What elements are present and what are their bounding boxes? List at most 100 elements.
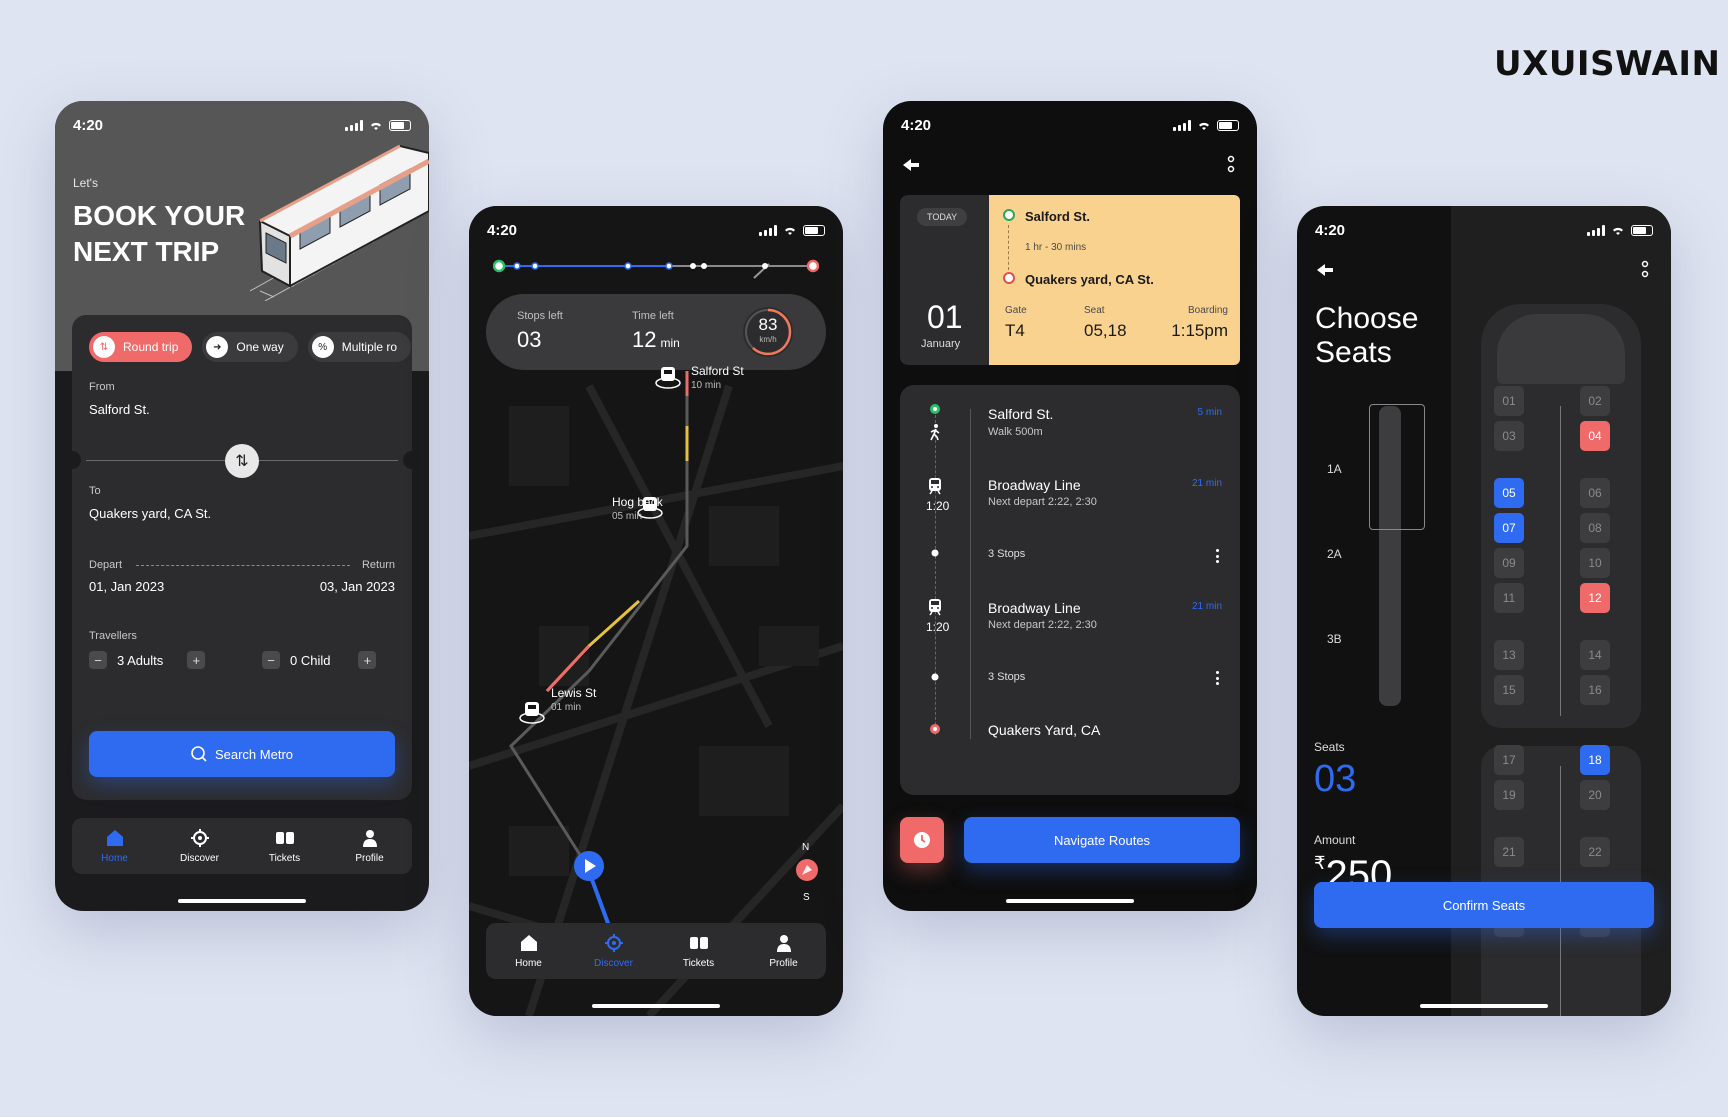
coach-1a[interactable]: 1A [1327,462,1342,476]
nav-home[interactable]: Home [494,933,564,969]
nav-tickets[interactable]: Tickets [250,828,320,864]
seat-20[interactable]: 20 [1580,780,1610,810]
seat-01[interactable]: 01 [1494,386,1524,416]
leg1-time: 21 min [1191,478,1222,489]
seat-07[interactable]: 07 [1494,513,1524,543]
train-icon [929,478,941,495]
minus-adults-button[interactable]: − [89,651,107,669]
wifi-icon [371,122,381,130]
nav-profile[interactable]: Profile [749,933,819,969]
nav-label: Discover [180,853,219,864]
origin-marker [1003,209,1015,221]
tab-round-trip[interactable]: ⇅ Round trip [89,332,193,362]
minus-child-button[interactable]: − [262,651,280,669]
tab-multiple-route[interactable]: % Multiple ro [307,332,412,362]
seat-11[interactable]: 11 [1494,583,1524,613]
seat-17[interactable]: 17 [1494,745,1524,775]
train-station-icon[interactable] [517,696,547,726]
seat-19[interactable]: 19 [1494,780,1524,810]
nav-tickets[interactable]: Tickets [664,933,734,969]
status-time: 4:20 [901,116,932,134]
seat-06[interactable]: 06 [1580,478,1610,508]
seat-03[interactable]: 03 [1494,421,1524,451]
seats-label: Seats [1314,740,1345,754]
seat-02[interactable]: 02 [1580,386,1610,416]
seat-15[interactable]: 15 [1494,675,1524,705]
back-icon[interactable] [1315,262,1337,278]
current-location-icon[interactable] [573,850,605,882]
home-icon [106,830,123,846]
compass-icon[interactable] [795,858,819,882]
stops2-expand-icon[interactable] [1216,671,1220,685]
more-options-icon[interactable] [1641,259,1649,281]
boarding-label: Boarding [1187,305,1228,316]
seat-09[interactable]: 09 [1494,548,1524,578]
return-date-field[interactable]: 03, Jan 2023 [320,579,395,594]
return-label: Return [361,559,395,571]
navigate-routes-button[interactable]: Navigate Routes [964,817,1240,863]
stop-name: Hog back [612,495,663,509]
time-left-label: Time left [632,310,674,322]
back-icon[interactable] [901,157,923,173]
confirm-button-label: Confirm Seats [1442,897,1526,913]
speed-gauge: 83 km/h [743,307,793,357]
ticket-card[interactable]: TODAY 01 January Salford St. 1 hr - 30 m… [900,195,1244,365]
seat-12[interactable]: 12 [1580,583,1610,613]
stop-eta: 01 min [551,702,582,713]
seat-22[interactable]: 22 [1580,837,1610,867]
aisle-line [1560,406,1561,716]
trip-type-tabs: ⇅ Round trip ➜ One way % Multiple ro [89,332,412,362]
route-start-title: Salford St. [988,406,1054,422]
coach-2a[interactable]: 2A [1327,547,1342,561]
swap-stations-button[interactable]: ⇅ [225,444,259,478]
seat-14[interactable]: 14 [1580,640,1610,670]
seat-05[interactable]: 05 [1494,478,1524,508]
phone-live-map: 4:20 Stops left 03 Time left 12 min 83 km… [469,206,843,1016]
stop-hog-back: Hog back 05 min [612,495,663,522]
ticket-month: January [921,338,961,350]
compass-north: N [802,842,810,853]
stops1-expand-icon[interactable] [1216,549,1220,563]
train-station-icon[interactable] [653,361,683,391]
from-field[interactable]: Salford St. [89,402,150,417]
nav-discover[interactable]: Discover [579,933,649,969]
confirm-seats-button[interactable]: Confirm Seats [1314,882,1654,928]
status-icons [759,224,825,236]
destination-dot-icon [930,724,940,734]
alarm-button[interactable] [900,817,944,863]
search-metro-button[interactable]: Search Metro [89,731,395,777]
adults-stepper: − 3 Adults + [89,651,206,669]
home-indicator [1006,899,1134,903]
seat-21[interactable]: 21 [1494,837,1524,867]
stop-lewis: Lewis St 01 min [551,686,596,713]
plus-child-button[interactable]: + [358,651,377,669]
seat-10[interactable]: 10 [1580,548,1610,578]
depart-date-field[interactable]: 01, Jan 2023 [89,579,164,594]
battery-icon [1631,224,1653,236]
stops-left-value: 03 [517,327,542,352]
more-options-icon[interactable] [1227,154,1235,176]
adults-value: 3 Adults [117,652,164,668]
seat-08[interactable]: 08 [1580,513,1610,543]
tab-one-way[interactable]: ➜ One way [202,332,298,362]
seat-04[interactable]: 04 [1580,421,1610,451]
status-icons [345,119,411,131]
seat-13[interactable]: 13 [1494,640,1524,670]
coach-selector-frame[interactable] [1369,404,1425,530]
ticket-icon [275,832,294,844]
stop-dot-icon [931,673,939,681]
status-bar: 4:20 [487,220,825,240]
nav-profile[interactable]: Profile [335,828,405,864]
nav-discover[interactable]: Discover [165,828,235,864]
swap-icon: ⇅ [235,453,249,470]
stop-salford: Salford St 10 min [691,364,744,391]
currency-symbol: ₹ [1314,853,1326,873]
plus-adults-button[interactable]: + [187,651,206,669]
seat-18[interactable]: 18 [1580,745,1610,775]
seat-16[interactable]: 16 [1580,675,1610,705]
nav-home[interactable]: Home [80,828,150,864]
to-field[interactable]: Quakers yard, CA St. [89,506,211,521]
status-icons [1587,224,1653,236]
coach-3b[interactable]: 3B [1327,632,1342,646]
travellers-label: Travellers [89,630,137,642]
